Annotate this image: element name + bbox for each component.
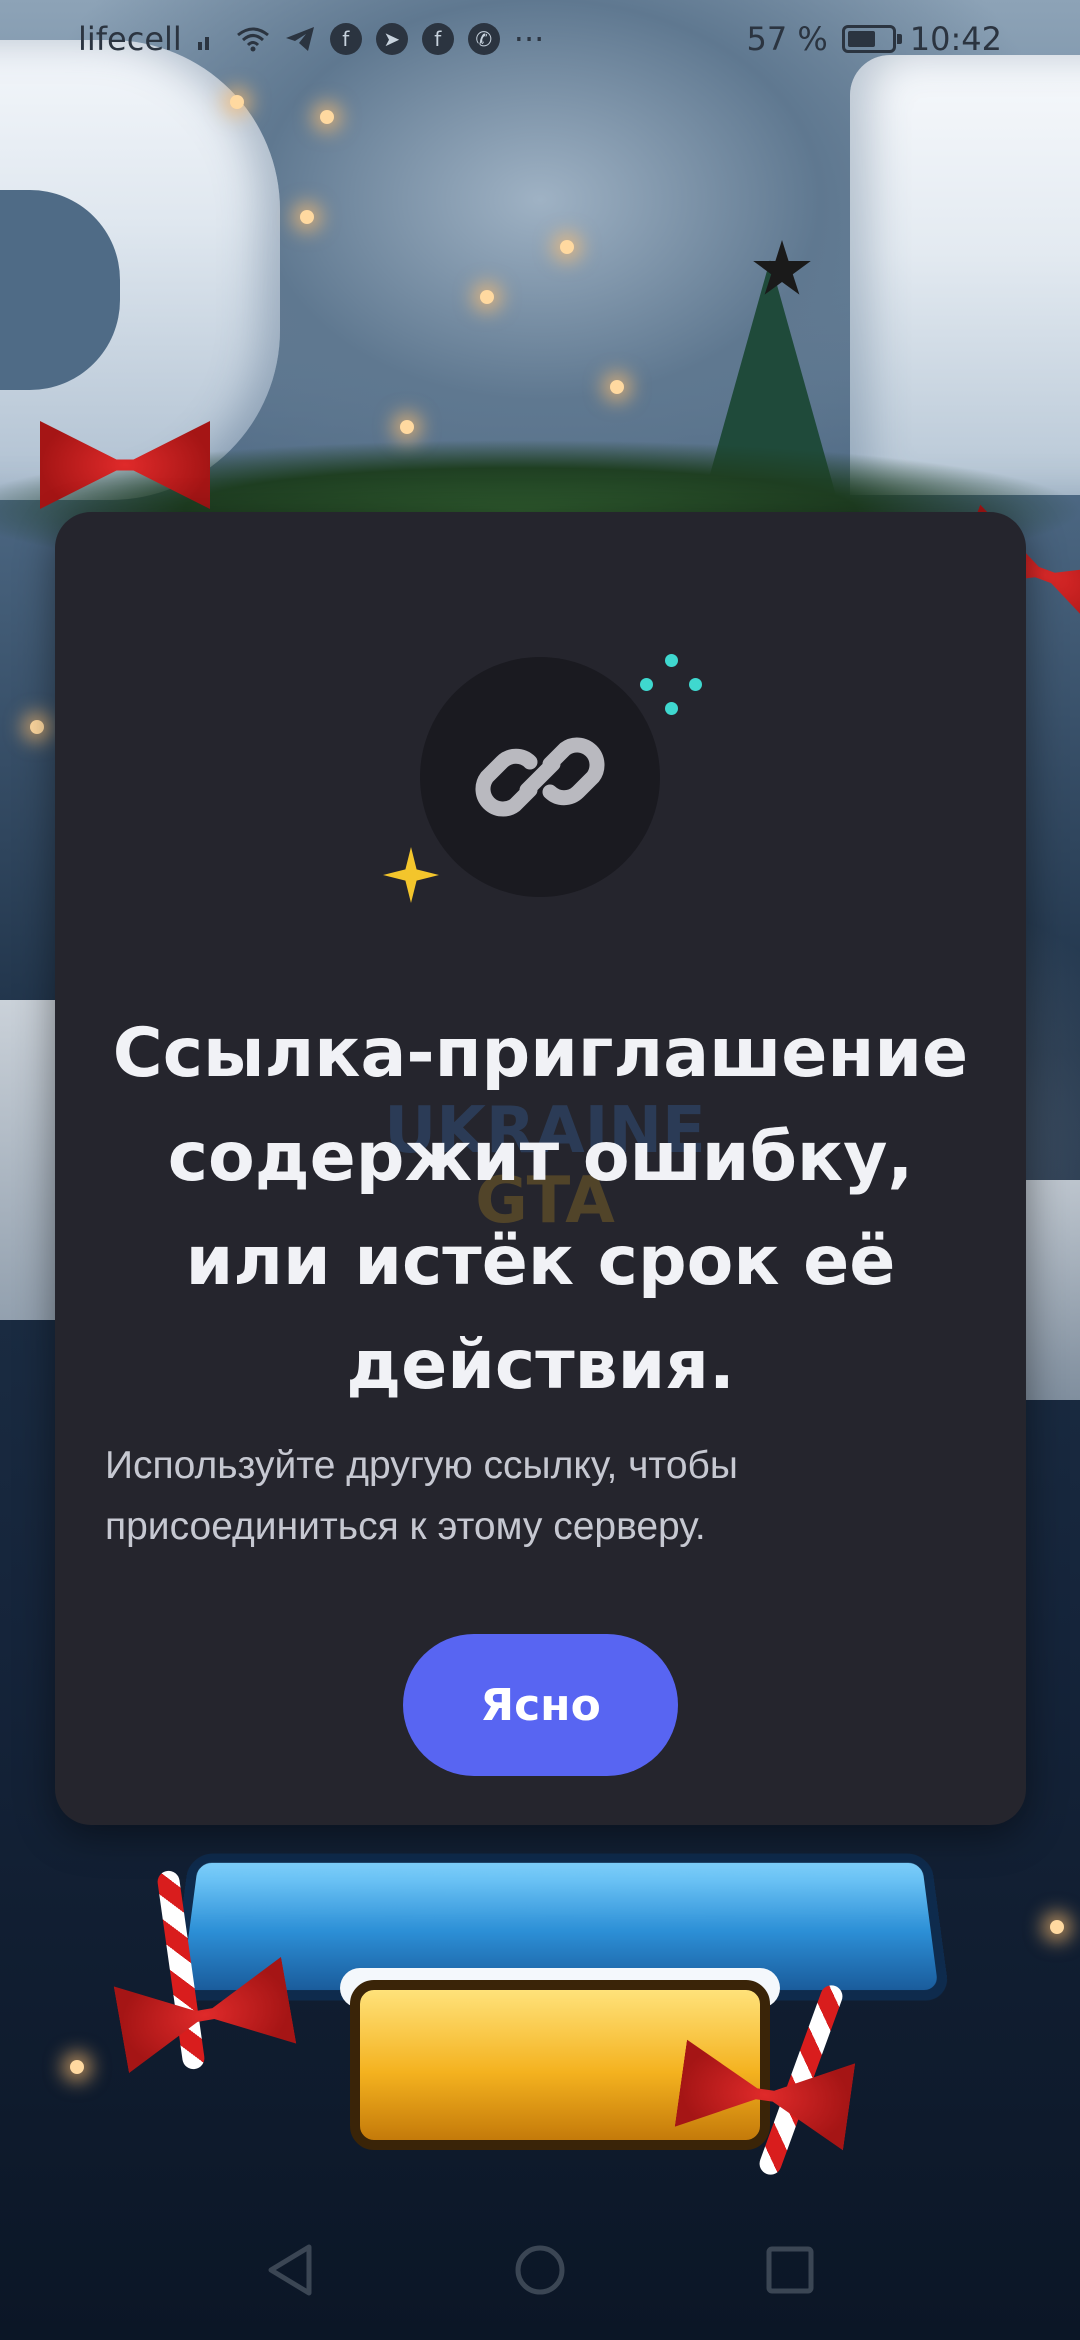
signal-icon bbox=[197, 37, 209, 50]
snowy-letter-right bbox=[850, 55, 1080, 495]
viber-icon: ✆ bbox=[467, 23, 500, 55]
recents-icon bbox=[766, 2246, 814, 2294]
status-bar-left: lifecell f ➤ f ✆ ··· bbox=[78, 20, 544, 58]
facebook-icon: f bbox=[329, 23, 362, 55]
link-illustration bbox=[420, 657, 660, 897]
home-button[interactable] bbox=[510, 2240, 570, 2300]
back-button[interactable] bbox=[260, 2240, 320, 2300]
fairy-light bbox=[230, 95, 244, 109]
messenger-icon: ➤ bbox=[375, 23, 408, 55]
ok-button[interactable]: Ясно bbox=[403, 1634, 678, 1776]
title-line: действия. bbox=[346, 1326, 735, 1405]
fairy-light bbox=[300, 210, 314, 224]
fairy-light bbox=[480, 290, 494, 304]
description-line: Используйте другую ссылку, чтобы bbox=[105, 1444, 738, 1487]
telegram-icon bbox=[285, 27, 314, 51]
fairy-light bbox=[70, 2060, 84, 2074]
battery-icon bbox=[841, 25, 902, 53]
fairy-light bbox=[320, 110, 334, 124]
link-icon bbox=[475, 737, 605, 817]
facebook-icon: f bbox=[421, 23, 454, 55]
recents-button[interactable] bbox=[760, 2240, 820, 2300]
title-line: или истёк срок её bbox=[185, 1222, 896, 1301]
system-navigation-bar bbox=[0, 2200, 1080, 2340]
dialog-description: Используйте другую ссылку, чтобы присоед… bbox=[105, 1435, 975, 1557]
sparkle-icon bbox=[640, 654, 702, 716]
fairy-light bbox=[560, 240, 574, 254]
carrier-name: lifecell bbox=[78, 20, 182, 58]
title-line: Ссылка-приглашение bbox=[112, 1014, 969, 1093]
fairy-light bbox=[610, 380, 624, 394]
status-bar-right: 57 % 10:42 bbox=[746, 20, 1002, 58]
wifi-icon bbox=[236, 27, 269, 52]
description-line: присоединиться к этому серверу. bbox=[105, 1505, 706, 1548]
status-bar: lifecell f ➤ f ✆ ··· 57 % 10:42 bbox=[0, 0, 1080, 78]
fairy-light bbox=[30, 720, 44, 734]
clock: 10:42 bbox=[909, 20, 1002, 58]
fairy-light bbox=[400, 420, 414, 434]
more-notifications-icon: ··· bbox=[513, 20, 545, 58]
sparkle-icon bbox=[383, 847, 439, 903]
fairy-light bbox=[1050, 1920, 1064, 1934]
home-icon bbox=[515, 2245, 565, 2295]
invite-error-dialog: UKRAINE GTA Ссылка-приглашение содержит … bbox=[55, 512, 1026, 1825]
title-line: содержит ошибку, bbox=[167, 1118, 914, 1197]
battery-percent: 57 % bbox=[746, 20, 828, 58]
dialog-title: Ссылка-приглашение содержит ошибку, или … bbox=[85, 1002, 996, 1418]
back-icon bbox=[268, 2244, 312, 2296]
